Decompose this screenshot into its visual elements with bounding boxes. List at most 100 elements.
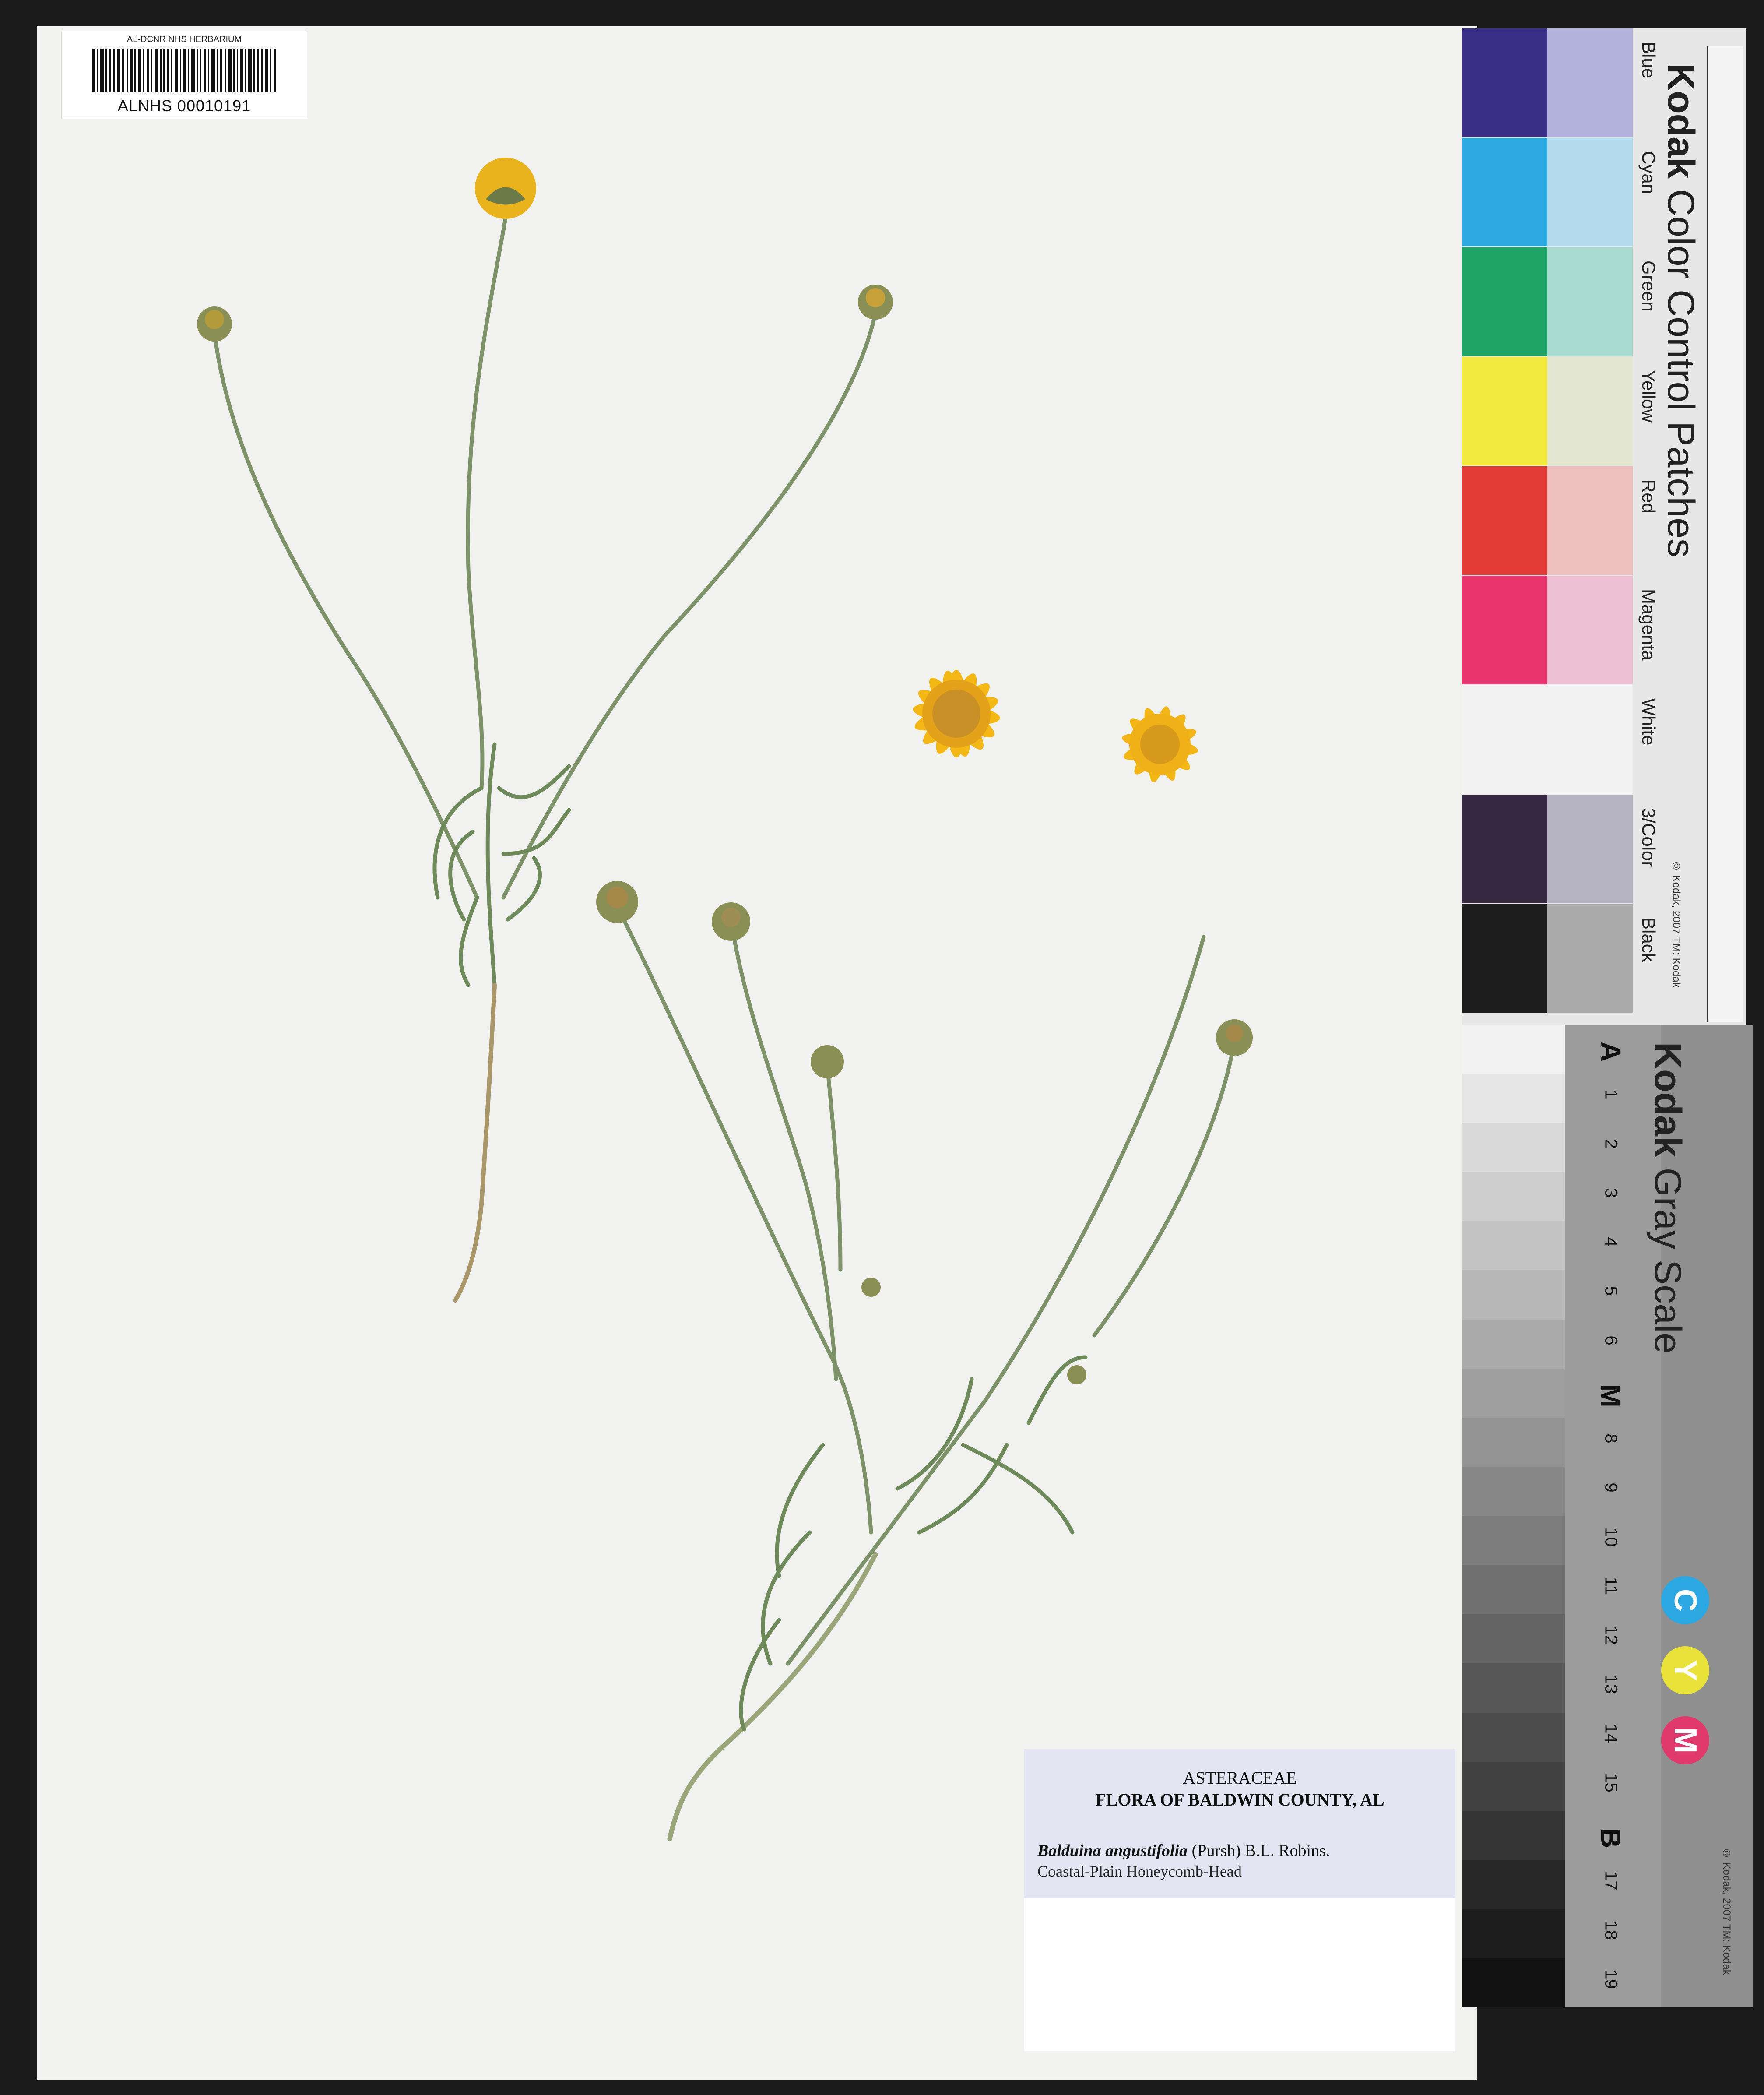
- gray-step-label: 9: [1601, 1482, 1621, 1493]
- gray-step: [1462, 1270, 1565, 1320]
- flower-bud: [861, 1278, 881, 1297]
- gray-step: [1462, 1074, 1565, 1123]
- color-patch-dark: [1462, 576, 1547, 684]
- color-patch-label: White: [1638, 698, 1659, 746]
- cym-circle-m: M: [1661, 1716, 1709, 1764]
- cym-circle-y: Y: [1661, 1646, 1709, 1694]
- stem: [825, 1062, 843, 1272]
- color-patch-dark: [1462, 904, 1547, 1013]
- gray-step: [1462, 1123, 1565, 1172]
- color-patch-dark: [1462, 685, 1547, 794]
- color-patch-light: [1547, 138, 1633, 246]
- color-patch-dark: [1462, 247, 1547, 356]
- color-patch-light: [1547, 357, 1633, 465]
- color-patch-dark: [1462, 466, 1547, 575]
- gray-step-label: 1: [1601, 1089, 1621, 1099]
- cm-ruler: [1707, 46, 1743, 1022]
- stem: [615, 904, 873, 1535]
- stem: [786, 935, 1206, 1666]
- stem: [667, 1552, 878, 1841]
- flower-bud: [811, 1045, 844, 1078]
- flower-bud: [858, 285, 893, 320]
- gray-step: [1462, 1663, 1565, 1713]
- color-patch-light: [1547, 795, 1633, 903]
- gray-step: [1462, 1319, 1565, 1369]
- gray-step-label: 18: [1601, 1920, 1621, 1940]
- gray-card-copyright: © Kodak, 2007 TM: Kodak: [1721, 1848, 1732, 1975]
- specimen-label: ASTERACEAE FLORA OF BALDWIN COUNTY, AL B…: [1024, 1749, 1455, 2051]
- gray-step-label: 14: [1601, 1723, 1621, 1743]
- open-flower: [913, 670, 1000, 757]
- stem: [729, 917, 838, 1381]
- root: [453, 983, 497, 1303]
- gray-step: [1462, 1712, 1565, 1762]
- gray-step: [1462, 1565, 1565, 1614]
- species-line: Balduina angustifolia (Pursh) B.L. Robin…: [1037, 1841, 1330, 1860]
- color-patch-light: [1547, 576, 1633, 684]
- gray-step: [1462, 1811, 1565, 1860]
- color-patch-light: [1547, 247, 1633, 356]
- color-card-title: Kodak Color Control Patches: [1659, 63, 1702, 557]
- gray-step-label: 10: [1601, 1527, 1621, 1547]
- label-header: ASTERACEAE FLORA OF BALDWIN COUNTY, AL B…: [1024, 1749, 1455, 1898]
- gray-step: [1462, 1368, 1565, 1418]
- flower-bud: [596, 881, 638, 923]
- color-patch-light: [1547, 685, 1633, 794]
- color-patch-label: Cyan: [1638, 151, 1659, 194]
- flower-bud: [197, 306, 232, 342]
- cym-circle-c: C: [1661, 1576, 1709, 1624]
- gray-step-label: 17: [1601, 1871, 1621, 1891]
- gray-step: [1462, 1418, 1565, 1467]
- gray-step: [1462, 1467, 1565, 1516]
- gray-step: [1462, 1761, 1565, 1811]
- color-patch-light: [1547, 28, 1633, 137]
- stem: [1092, 1040, 1237, 1338]
- gray-step: [1462, 1860, 1565, 1909]
- stem: [501, 311, 878, 900]
- stem: [466, 204, 510, 790]
- common-name: Coastal-Plain Honeycomb-Head: [1037, 1863, 1242, 1880]
- gray-step: [1462, 1958, 1565, 2007]
- open-flower: [1122, 706, 1198, 782]
- color-patch-dark: [1462, 357, 1547, 465]
- gray-step: [1462, 1221, 1565, 1271]
- color-card-copyright: © Kodak, 2007 TM: Kodak: [1670, 860, 1682, 988]
- gray-step-label: 11: [1601, 1577, 1621, 1595]
- flower-bud: [1216, 1019, 1253, 1056]
- flower-head-top: [475, 158, 536, 219]
- family-name: ASTERACEAE: [1183, 1768, 1297, 1788]
- gray-step: [1462, 1025, 1565, 1074]
- gray-card-brand: Kodak: [1647, 1042, 1689, 1157]
- species-name: Balduina angustifolia: [1037, 1841, 1188, 1860]
- gray-step-label: 5: [1601, 1286, 1621, 1296]
- gray-step-label: 12: [1601, 1625, 1621, 1645]
- flower-bud: [712, 902, 750, 941]
- gray-step-label: 19: [1601, 1969, 1621, 1989]
- gray-step: [1462, 1614, 1565, 1664]
- color-patch-dark: [1462, 795, 1547, 903]
- gray-step: [1462, 1172, 1565, 1221]
- flower-bud: [1067, 1365, 1086, 1384]
- color-patch-label: Black: [1638, 917, 1659, 962]
- gray-step-label: 2: [1601, 1138, 1621, 1149]
- gray-step: [1462, 1516, 1565, 1565]
- gray-step-label: 8: [1601, 1433, 1621, 1444]
- gray-step-label: 6: [1601, 1335, 1621, 1345]
- gray-scale-card: A 1 2 3 4 5 6 M 8 9 10 11 12 13 14 15 B 17 18 19 Kodak Gray…: [1462, 1025, 1753, 2007]
- gray-step-label: 3: [1601, 1188, 1621, 1198]
- gray-step-label: 15: [1601, 1773, 1621, 1792]
- color-card-brand: Kodak: [1660, 63, 1702, 179]
- leaves: [432, 742, 571, 987]
- species-authority: (Pursh) B.L. Robins.: [1191, 1841, 1330, 1860]
- color-control-card: Blue Cyan Green Yellow Red Magenta White 3/Colo…: [1462, 28, 1746, 1025]
- gray-step-label: 13: [1601, 1674, 1621, 1694]
- stem: [212, 331, 479, 900]
- gray-card-subtitle: Gray Scale: [1647, 1167, 1689, 1354]
- flora-title: FLORA OF BALDWIN COUNTY, AL: [1095, 1790, 1384, 1810]
- gray-step-label: 4: [1601, 1237, 1621, 1247]
- color-patch-label: Red: [1638, 479, 1659, 514]
- color-patch-dark: [1462, 28, 1547, 137]
- gray-step: [1462, 1909, 1565, 1958]
- color-patch-label: 3/Color: [1638, 808, 1659, 867]
- color-patch-dark: [1462, 138, 1547, 246]
